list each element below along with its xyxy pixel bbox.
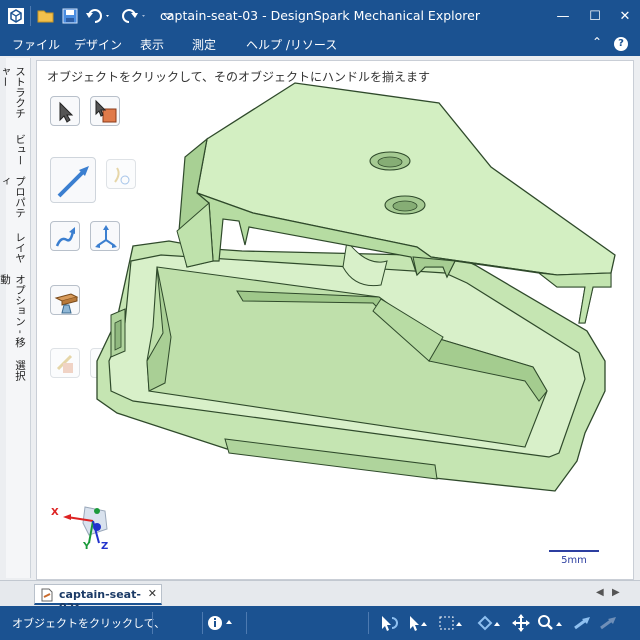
select-mode-icon[interactable]: [406, 614, 428, 632]
zoom-icon[interactable]: [536, 614, 566, 632]
menu-design[interactable]: デザイン: [74, 36, 122, 53]
menu-help-resources[interactable]: ヘルプ /リソース: [246, 36, 337, 53]
info-icon[interactable]: [206, 614, 236, 632]
triad-origin: [93, 523, 101, 531]
minimize-button[interactable]: —: [548, 6, 578, 28]
cursor-rotate-icon[interactable]: [378, 614, 400, 632]
tab-properties[interactable]: プロパティ: [0, 176, 28, 226]
side-panel-tabs: ストラクチャー ビュー プロパティ レイヤ オプション - 移動 選択: [0, 58, 31, 578]
previous-view-icon[interactable]: [572, 614, 594, 632]
tab-options-move[interactable]: オプション - 移動: [0, 274, 28, 354]
next-view-icon[interactable]: [598, 614, 620, 632]
title-bar: captain-seat-03 - DesignSpark Mechanical…: [0, 0, 640, 32]
status-message: オブジェクトをクリックして、: [12, 617, 166, 630]
menu-file[interactable]: ファイル: [12, 36, 60, 53]
tab-selection[interactable]: 選択: [8, 360, 28, 394]
close-button[interactable]: ✕: [610, 6, 640, 28]
scale-bar-line: [549, 550, 599, 552]
lid-hole-1-inner: [377, 156, 403, 168]
box-select-icon[interactable]: [438, 614, 464, 632]
tab-view[interactable]: ビュー: [8, 134, 28, 170]
design-viewport[interactable]: オブジェクトをクリックして、そのオブジェクトにハンドルを揃えます X Y Z 5…: [36, 60, 634, 580]
ribbon-collapse-icon[interactable]: ⌃: [592, 35, 602, 49]
separator: [202, 612, 203, 634]
document-tab-close-icon[interactable]: ✕: [148, 587, 157, 600]
lid-hole-2-inner: [392, 200, 418, 212]
pan-icon[interactable]: [510, 614, 532, 632]
model-view[interactable]: [37, 61, 633, 579]
window-title: captain-seat-03 - DesignSpark Mechanical…: [160, 8, 480, 23]
tab-prev-icon[interactable]: ◀: [596, 587, 604, 598]
tab-next-icon[interactable]: ▶: [612, 587, 620, 598]
separator: [246, 612, 247, 634]
tray-side-slot-inner: [114, 319, 122, 351]
separator: [368, 612, 369, 634]
triad-z-label: Z: [101, 541, 109, 552]
tab-layers[interactable]: レイヤ: [8, 232, 28, 268]
scale-bar: 5mm: [549, 550, 599, 568]
triad-y-label: Y: [83, 541, 91, 552]
help-icon[interactable]: ?: [614, 37, 628, 51]
menu-view[interactable]: 表示: [140, 36, 164, 53]
view-orient-icon[interactable]: [476, 614, 502, 632]
scale-bar-label: 5mm: [561, 555, 587, 566]
triad-x-arrow: [63, 514, 71, 520]
maximize-button[interactable]: ☐: [580, 6, 610, 28]
document-icon: [41, 588, 53, 602]
triad-x-label: X: [51, 507, 59, 518]
document-tab[interactable]: captain-seat-03* ✕: [34, 584, 162, 614]
menu-measure[interactable]: 測定: [192, 36, 216, 53]
status-bar: オブジェクトをクリックして、: [0, 606, 640, 640]
menu-bar: ファイル デザイン 表示 測定 ヘルプ /リソース ⌃ ?: [0, 32, 640, 56]
tab-structure[interactable]: ストラクチャー: [0, 66, 28, 126]
separator: [152, 612, 153, 634]
document-tab-strip: captain-seat-03* ✕ ◀ ▶: [0, 580, 640, 614]
triad-green-dot: [94, 508, 100, 514]
